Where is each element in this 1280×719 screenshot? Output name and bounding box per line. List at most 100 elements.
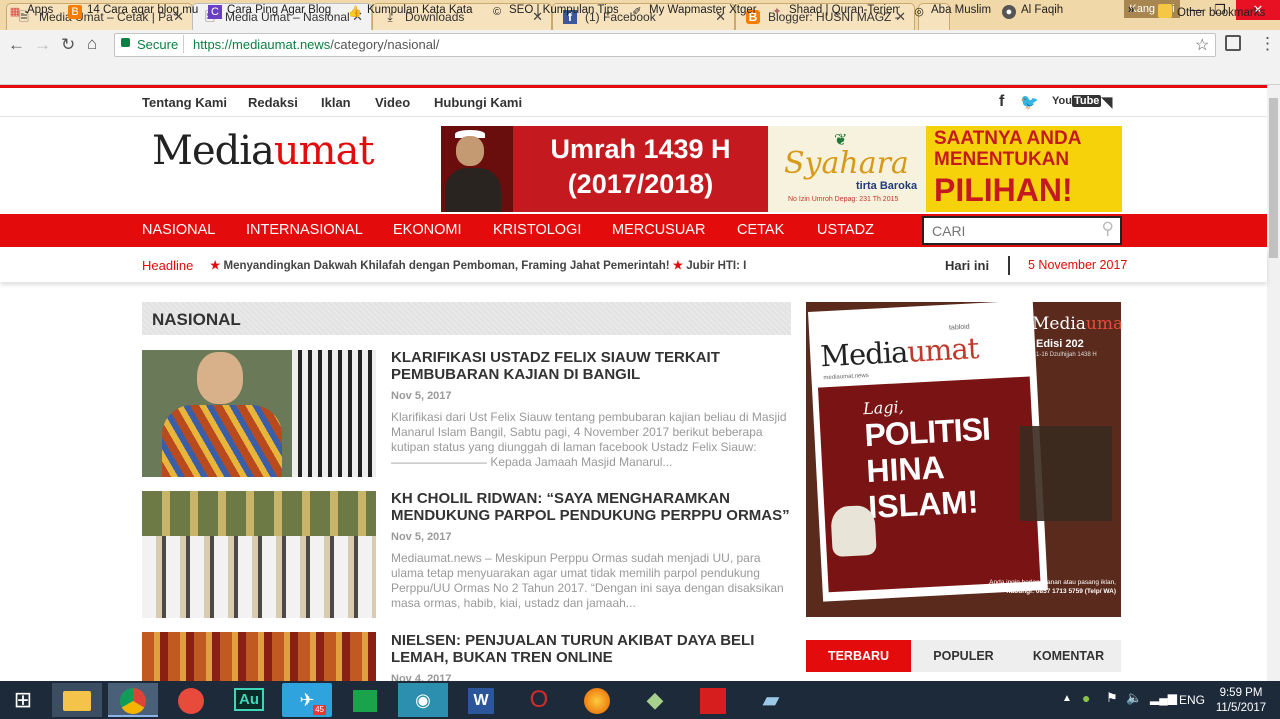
apps-icon: ▦ bbox=[9, 6, 21, 18]
section-title: NASIONAL bbox=[152, 310, 241, 329]
magazine-ad[interactable]: Mediaumat tabloid mediaumat.news Lagi, P… bbox=[806, 302, 1121, 617]
audition-icon[interactable]: Au bbox=[224, 683, 274, 717]
site-logo[interactable]: Mediaumat bbox=[152, 128, 374, 174]
file-explorer-icon[interactable] bbox=[52, 683, 102, 717]
youtube-icon[interactable]: You Tube bbox=[1052, 95, 1102, 107]
reload-icon[interactable]: ↻ bbox=[61, 35, 75, 55]
rss-icon[interactable]: ◥ bbox=[1101, 93, 1113, 111]
star-icon: ★ bbox=[672, 260, 684, 272]
article-title[interactable]: KH CHOLIL RIDWAN: “SAYA MENGHARAMKAN MEN… bbox=[391, 490, 791, 524]
search-input[interactable] bbox=[924, 218, 1084, 243]
opera-icon[interactable]: O bbox=[514, 683, 564, 717]
toplink-iklan[interactable]: Iklan bbox=[321, 95, 351, 110]
telegram-icon[interactable]: ✈ 45 bbox=[282, 683, 332, 717]
store-icon[interactable] bbox=[340, 683, 390, 717]
tab-populer[interactable]: POPULER bbox=[911, 640, 1016, 672]
extension-icon[interactable] bbox=[1225, 35, 1241, 51]
article-title[interactable]: NIELSEN: PENJUALAN TURUN AKIBAT DAYA BEL… bbox=[391, 632, 791, 666]
article-thumbnail[interactable] bbox=[142, 491, 376, 618]
seo-icon: © bbox=[492, 6, 502, 18]
podcast-icon[interactable]: ◉ bbox=[398, 683, 448, 717]
network-icon[interactable]: ▂▄▆ bbox=[1150, 691, 1177, 705]
header-divider bbox=[0, 116, 1267, 117]
flag-icon[interactable]: ⚑ bbox=[1106, 690, 1118, 706]
lock-icon bbox=[121, 38, 130, 47]
search-icon[interactable]: ⚲ bbox=[1102, 219, 1114, 239]
bookmark-item[interactable]: B 14 Cara agar blog mu bbox=[68, 4, 200, 19]
more-bookmarks-button[interactable]: » bbox=[1128, 4, 1134, 16]
bookmark-item[interactable]: ✐ My Wapmaster Xtger bbox=[630, 4, 760, 19]
chrome-icon[interactable] bbox=[108, 683, 158, 717]
article-thumbnail[interactable] bbox=[142, 350, 376, 477]
bookmark-item[interactable]: ● Al Faqih bbox=[1002, 4, 1063, 19]
divider bbox=[1008, 256, 1010, 275]
home-icon[interactable]: ⌂ bbox=[87, 34, 97, 54]
notepad-icon[interactable]: ▰ bbox=[746, 683, 796, 717]
tab-terbaru[interactable]: TERBARU bbox=[806, 640, 911, 672]
article-date: Nov 5, 2017 bbox=[391, 390, 452, 402]
article-date: Nov 5, 2017 bbox=[391, 531, 452, 543]
magazine-cover: Mediaumat tabloid mediaumat.news Lagi, P… bbox=[808, 302, 1048, 602]
star-icon: ★ bbox=[210, 260, 221, 272]
top-accent-line bbox=[0, 85, 1267, 88]
headline-ticker[interactable]: ★ Menyandingkan Dakwah Khilafah dengan P… bbox=[210, 258, 755, 272]
today-label: Hari ini bbox=[945, 258, 990, 273]
camera-app-icon[interactable] bbox=[166, 683, 216, 717]
avatar-icon: ● bbox=[1002, 5, 1016, 19]
url-text[interactable]: https://mediaumat.news/category/nasional… bbox=[193, 37, 439, 52]
toplink-video[interactable]: Video bbox=[375, 95, 410, 110]
twitter-icon[interactable]: 🐦 bbox=[1020, 93, 1039, 111]
scrollbar-thumb[interactable] bbox=[1269, 98, 1278, 258]
windows-start-icon[interactable]: ⊞ bbox=[0, 683, 46, 717]
word-icon[interactable]: W bbox=[456, 683, 506, 717]
firefox-icon[interactable] bbox=[572, 683, 622, 717]
emblem-icon: ◎ bbox=[914, 6, 924, 18]
search-box[interactable]: ⚲ bbox=[922, 216, 1122, 245]
nav-internasional[interactable]: INTERNASIONAL bbox=[246, 222, 363, 238]
tab-komentar[interactable]: KOMENTAR bbox=[1016, 640, 1121, 672]
nav-ekonomi[interactable]: EKONOMI bbox=[393, 222, 461, 238]
menu-icon[interactable]: ⋮ bbox=[1259, 34, 1276, 54]
tray-chevron-icon[interactable]: ▲ bbox=[1062, 693, 1072, 704]
nav-cetak[interactable]: CETAK bbox=[737, 222, 784, 238]
blogger-icon: B bbox=[68, 5, 82, 19]
quran-icon: ✦ bbox=[772, 6, 782, 18]
article-thumbnail[interactable] bbox=[142, 632, 376, 681]
facebook-icon[interactable]: f bbox=[999, 93, 1004, 111]
nav-nasional[interactable]: NASIONAL bbox=[142, 222, 215, 238]
section-header: NASIONAL bbox=[142, 302, 791, 335]
slogan-panel: SAATNYA ANDA MENENTUKAN PILIHAN! bbox=[926, 126, 1122, 212]
folder-icon bbox=[1158, 4, 1172, 18]
star-icon[interactable]: ☆ bbox=[1195, 35, 1209, 55]
bookmark-item[interactable]: ◎ Aba Muslim bbox=[912, 4, 991, 19]
folder-app-icon[interactable]: ◆ bbox=[630, 683, 680, 717]
bookmark-item[interactable]: © SEO | Kumpulan Tips bbox=[490, 4, 618, 19]
nav-kristologi[interactable]: KRISTOLOGI bbox=[493, 222, 581, 238]
umrah-banner[interactable]: Umrah 1439 H (2017/2018) ❦ Syahara tirta… bbox=[441, 126, 1122, 212]
bookmark-item[interactable]: ✦ Shaad | Quran-Terjem bbox=[770, 4, 900, 19]
tray-app-icon[interactable]: ● bbox=[1082, 690, 1090, 706]
syahara-logo: ❦ Syahara tirta Baroka No Izin Umroh Dep… bbox=[768, 126, 926, 212]
volume-icon[interactable]: 🔈 bbox=[1126, 690, 1142, 706]
toplink-tentang[interactable]: Tentang Kami bbox=[142, 95, 227, 110]
article-title[interactable]: KLARIFIKASI USTADZ FELIX SIAUW TERKAIT P… bbox=[391, 349, 791, 383]
article-excerpt: Klarifikasi dari Ust Felix Siauw tentang… bbox=[391, 410, 787, 469]
article-date: Nov 4, 2017 bbox=[391, 673, 452, 681]
toplink-redaksi[interactable]: Redaksi bbox=[248, 95, 298, 110]
back-icon[interactable]: ← bbox=[8, 35, 25, 55]
forward-icon[interactable]: → bbox=[34, 35, 51, 55]
bookmark-icon: C bbox=[208, 5, 222, 19]
bookmark-item[interactable]: C Cara Ping Agar Blog bbox=[208, 4, 338, 19]
cover-sidebar bbox=[1020, 426, 1112, 521]
pen-icon: ✐ bbox=[632, 6, 642, 18]
bookmark-apps[interactable]: ▦ Apps bbox=[8, 4, 53, 19]
bookmark-item[interactable]: 👍 Kumpulan Kata Kata bbox=[348, 4, 478, 19]
clock[interactable]: 9:59 PM 11/5/2017 bbox=[1210, 686, 1272, 716]
language-indicator[interactable]: ENG bbox=[1179, 693, 1205, 707]
pdf-icon[interactable] bbox=[688, 683, 738, 717]
nav-ustadz[interactable]: USTADZ bbox=[817, 222, 874, 238]
nav-mercusuar[interactable]: MERCUSUAR bbox=[612, 222, 705, 238]
thumbs-up-icon: 👍 bbox=[348, 6, 362, 18]
other-bookmarks[interactable]: Other bookmarks bbox=[1158, 4, 1265, 19]
toplink-hubungi[interactable]: Hubungi Kami bbox=[434, 95, 522, 110]
